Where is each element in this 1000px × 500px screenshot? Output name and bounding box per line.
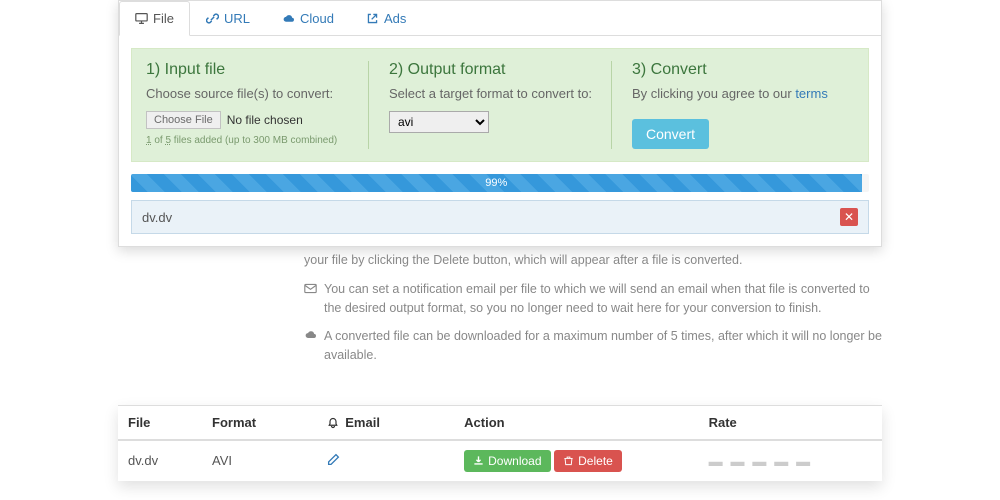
table-row: dv.dv AVI Download Delete ▬ ▬ ▬ ▬ ▬ — [118, 440, 882, 481]
progress-bar: 99% — [131, 174, 869, 192]
col-action: Action — [454, 405, 698, 440]
step-title: 2) Output format — [389, 61, 593, 79]
format-select[interactable]: avi — [389, 111, 489, 133]
cloud-icon — [282, 12, 295, 25]
uploaded-file-name: dv.dv — [142, 210, 172, 225]
info-text: A converted file can be downloaded for a… — [324, 327, 882, 365]
tab-label: Cloud — [300, 11, 334, 26]
download-button[interactable]: Download — [464, 450, 550, 472]
tab-file[interactable]: File — [119, 1, 190, 36]
tabs: File URL Cloud Ads — [119, 1, 881, 36]
tab-ads[interactable]: Ads — [350, 1, 422, 36]
external-icon — [366, 12, 379, 25]
email-icon — [304, 282, 317, 318]
col-email: Email — [317, 405, 455, 440]
tab-label: Ads — [384, 11, 406, 26]
terms-link[interactable]: terms — [795, 86, 828, 101]
step-convert: 3) Convert By clicking you agree to our … — [632, 61, 854, 149]
cell-format: AVI — [202, 440, 317, 481]
info-text: You can set a notification email per fil… — [324, 280, 882, 318]
progress-label: 99% — [485, 177, 507, 189]
terms-text: By clicking you agree to our terms — [632, 86, 836, 101]
step-desc: Select a target format to convert to: — [389, 86, 593, 101]
step-output: 2) Output format Select a target format … — [389, 61, 612, 149]
bell-icon — [327, 417, 339, 429]
col-format: Format — [202, 405, 317, 440]
tab-label: File — [153, 11, 174, 26]
cell-file: dv.dv — [118, 440, 202, 481]
step-title: 1) Input file — [146, 61, 350, 79]
files-table: File Format Email Action Rate dv.dv AVI … — [118, 405, 882, 481]
step-title: 3) Convert — [632, 61, 836, 79]
choose-file-button[interactable]: Choose File — [146, 111, 221, 129]
rate-placeholder[interactable]: ▬ ▬ ▬ ▬ ▬ — [709, 453, 813, 469]
delete-button[interactable]: Delete — [554, 450, 622, 472]
link-icon — [206, 12, 219, 25]
col-file: File — [118, 405, 202, 440]
no-file-label: No file chosen — [227, 113, 303, 127]
step-desc: Choose source file(s) to convert: — [146, 86, 350, 101]
step-input: 1) Input file Choose source file(s) to c… — [146, 61, 369, 149]
uploaded-file-box: dv.dv ✕ — [131, 200, 869, 234]
monitor-icon — [135, 12, 148, 25]
convert-button[interactable]: Convert — [632, 119, 709, 149]
tab-label: URL — [224, 11, 250, 26]
edit-icon[interactable] — [327, 454, 340, 469]
col-rate: Rate — [699, 405, 882, 440]
cloud-download-icon — [304, 329, 317, 365]
info-line-partial: your file by clicking the Delete button,… — [288, 251, 882, 270]
file-count-info: 1 of 5 files added (up to 300 MB combine… — [146, 135, 350, 146]
close-icon[interactable]: ✕ — [840, 208, 858, 226]
tab-cloud[interactable]: Cloud — [266, 1, 350, 36]
tab-url[interactable]: URL — [190, 1, 266, 36]
